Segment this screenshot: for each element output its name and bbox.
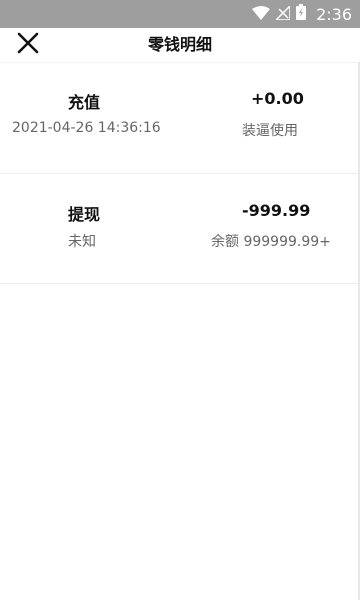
status-icons: 2:36 [252,0,352,28]
status-time: 2:36 [316,4,352,24]
close-icon [17,32,39,58]
page-title: 零钱明细 [147,35,212,54]
record-time: 2021-04-26 14:36:16 [12,120,161,136]
record-note: 装逼使用 [242,123,298,139]
record-type: 提现 [68,205,101,224]
signal-icon [274,3,291,24]
wifi-icon [252,5,271,24]
record-amount: +0.00 [251,89,304,108]
battery-icon [296,4,307,24]
record-type: 充值 [68,93,101,112]
screen: 2:36 零钱明细 充值 2021-04-26 14:36:16 +0.00 装… [0,0,360,600]
record-balance: 余额 999999.99+ [211,234,331,250]
status-bar: 2:36 [0,0,360,28]
close-button[interactable] [14,31,42,59]
title-bar: 零钱明细 [0,28,360,62]
record-amount: -999.99 [242,201,311,220]
record-item[interactable]: 充值 2021-04-26 14:36:16 +0.00 装逼使用 [0,62,360,174]
record-time: 未知 [68,234,96,250]
record-item[interactable]: 提现 未知 -999.99 余额 999999.99+ [0,173,360,284]
